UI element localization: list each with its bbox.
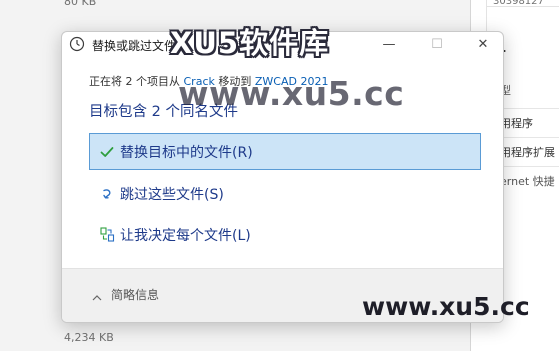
decide-each-file-label: 让我决定每个文件(L) [120,227,251,244]
chevron-up-icon [91,289,103,301]
watermark-title: XU5软件库 [170,26,330,60]
checkmark-icon [99,144,115,160]
decide-each-file-option[interactable]: 让我决定每个文件(L) [89,216,481,253]
watermark-url: www.xu5.cc [178,74,405,113]
minimize-button[interactable]: — [367,32,411,56]
skip-files-option[interactable]: 跳过这些文件(S) [89,175,481,212]
fewer-details-toggle[interactable]: 简略信息 [91,286,159,303]
close-button[interactable]: ✕ [461,32,503,56]
details-type-app-extension[interactable]: 用程序扩展 [500,144,555,160]
skip-arrow-icon [99,186,115,202]
replace-files-option[interactable]: 替换目标中的文件(R) [89,133,481,170]
file-size-top: 80 KB [64,0,97,8]
replace-files-label: 替换目标中的文件(R) [120,144,253,161]
watermark-url-corner: www.xu5.cc [362,292,530,321]
file-size-bottom: 4,234 KB [64,331,114,344]
decide-files-icon [99,227,115,243]
info-prefix: 正在将 2 个项目从 [89,75,184,88]
clock-icon [69,36,85,52]
fewer-details-label: 简略信息 [111,288,160,302]
maximize-button[interactable]: ☐ [415,32,459,56]
skip-files-label: 跳过这些文件(S) [120,186,224,203]
details-type-shortcut[interactable]: ernet 快捷 [500,173,555,189]
details-type-app[interactable]: 用程序 [500,115,533,131]
details-id-text: 30398127 [493,0,544,7]
dialog-title: 替换或跳过文件 [92,39,177,53]
